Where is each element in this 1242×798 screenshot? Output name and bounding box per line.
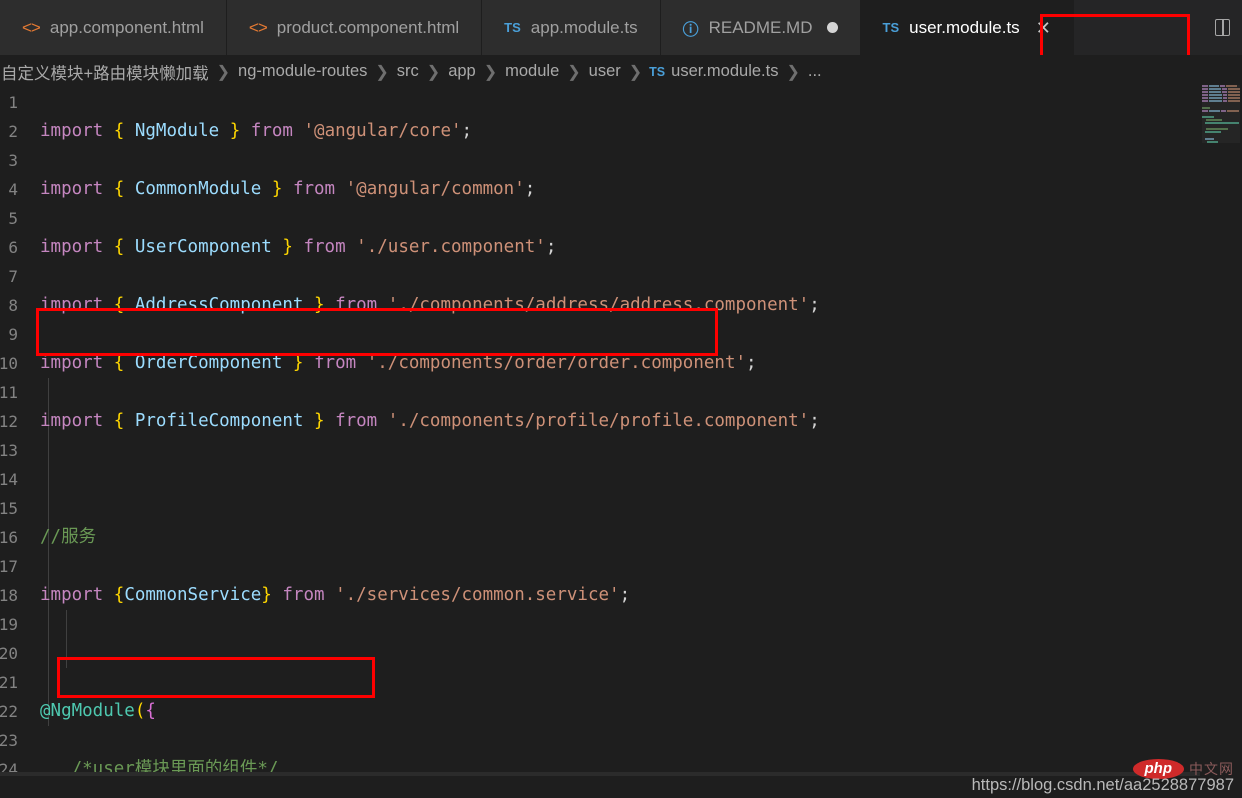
- breadcrumb-item-app[interactable]: app: [448, 62, 476, 81]
- tab-label: README.MD: [708, 17, 813, 37]
- vscode-window: <> app.component.html <> product.compone…: [0, 0, 1242, 798]
- tab-label: app.component.html: [49, 17, 204, 37]
- tab-label: user.module.ts: [909, 17, 1020, 37]
- typescript-icon: TS: [649, 64, 666, 79]
- code-line-6: import { ProfileComponent } from './comp…: [40, 411, 820, 431]
- typescript-icon: TS: [504, 20, 521, 35]
- code-line-11: @NgModule({: [40, 701, 156, 721]
- breadcrumb-separator-icon: ❯: [786, 63, 800, 81]
- tab-user-module-ts[interactable]: TS user.module.ts ✕: [860, 0, 1074, 55]
- breadcrumb-separator-icon: ❯: [216, 63, 231, 81]
- code-line-5: import { OrderComponent } from './compon…: [40, 353, 757, 373]
- line-number: 1: [8, 93, 18, 112]
- unsaved-changes-dot: [826, 22, 838, 33]
- line-number: 4: [8, 180, 18, 199]
- html-icon: <>: [248, 17, 268, 37]
- line-number: 19: [0, 615, 18, 634]
- html-icon: <>: [22, 17, 41, 37]
- tab-readme-md[interactable]: ⓘ README.MD: [660, 0, 861, 55]
- tab-label: product.component.html: [276, 17, 460, 37]
- code-line-3: import { UserComponent } from './user.co…: [40, 237, 557, 257]
- horizontal-scrollbar[interactable]: [0, 772, 1200, 776]
- split-editor-icon[interactable]: [1215, 19, 1230, 36]
- code-line-8: //服务: [40, 527, 97, 547]
- line-number: 3: [8, 151, 18, 170]
- breadcrumb-item-project[interactable]: 自定义模块+路由模块懒加载: [1, 60, 209, 84]
- line-number: 18: [0, 586, 18, 605]
- typescript-icon: TS: [882, 20, 900, 35]
- tab-product-component-html[interactable]: <> product.component.html: [226, 0, 483, 55]
- breadcrumb-separator-icon: ❯: [628, 63, 643, 81]
- line-number: 5: [8, 209, 18, 228]
- line-number: 16: [0, 528, 18, 547]
- markdown-info-icon: ⓘ: [682, 21, 699, 39]
- line-number: 12: [0, 412, 18, 431]
- line-number: 17: [0, 557, 18, 576]
- line-number: 10: [0, 354, 18, 373]
- tab-label: app.module.ts: [530, 17, 638, 37]
- code-editor[interactable]: 1 2 3 4 5 6 7 8 9 10 11 12 13 14 15 16 1…: [0, 88, 1242, 798]
- line-number: 15: [0, 499, 18, 518]
- line-number: 9: [8, 325, 18, 344]
- breadcrumb-separator-icon: ❯: [567, 63, 581, 81]
- editor-tab-bar: <> app.component.html <> product.compone…: [0, 0, 1242, 55]
- line-number: 20: [0, 644, 18, 663]
- line-number: 23: [0, 731, 18, 750]
- line-number-gutter: 1 2 3 4 5 6 7 8 9 10 11 12 13 14 15 16 1…: [0, 88, 18, 798]
- code-line-1: import { NgModule } from '@angular/core'…: [40, 121, 473, 141]
- line-number: 24: [0, 760, 18, 779]
- breadcrumb-separator-icon: ❯: [426, 63, 441, 81]
- breadcrumb-item-file[interactable]: user.module.ts: [671, 62, 778, 81]
- line-number: 7: [8, 267, 18, 286]
- line-number: 2: [8, 122, 18, 141]
- code-content[interactable]: import { NgModule } from '@angular/core'…: [40, 88, 1242, 798]
- breadcrumb-item-folder-root[interactable]: ng-module-routes: [238, 62, 367, 81]
- tab-app-module-ts[interactable]: TS app.module.ts: [482, 0, 661, 55]
- breadcrumb-item-src[interactable]: src: [397, 62, 419, 81]
- line-number: 21: [0, 673, 18, 692]
- code-line-2: import { CommonModule } from '@angular/c…: [40, 179, 536, 199]
- breadcrumb-separator-icon: ❯: [483, 63, 498, 81]
- breadcrumb-separator-icon: ❯: [375, 63, 389, 81]
- line-number: 13: [0, 441, 18, 460]
- close-icon[interactable]: ✕: [1036, 19, 1051, 37]
- line-number: 8: [8, 296, 18, 315]
- tab-app-component-html[interactable]: <> app.component.html: [0, 0, 227, 55]
- minimap-slider[interactable]: [1202, 85, 1240, 143]
- line-number: 22: [0, 702, 18, 721]
- code-line-12: /*user模块里面的组件*/: [71, 759, 279, 779]
- editor-actions: [1203, 0, 1242, 55]
- code-line-9: import {CommonService} from './services/…: [40, 585, 631, 605]
- line-number: 11: [0, 383, 18, 402]
- breadcrumb-item-symbols[interactable]: ...: [808, 62, 822, 81]
- breadcrumb: 自定义模块+路由模块懒加载 ❯ ng-module-routes ❯ src ❯…: [0, 55, 1242, 88]
- breadcrumb-item-user[interactable]: user: [589, 62, 621, 81]
- line-number: 14: [0, 470, 18, 489]
- code-line-4: import { AddressComponent } from './comp…: [40, 295, 820, 315]
- breadcrumb-item-module[interactable]: module: [505, 62, 559, 81]
- line-number: 6: [8, 238, 18, 257]
